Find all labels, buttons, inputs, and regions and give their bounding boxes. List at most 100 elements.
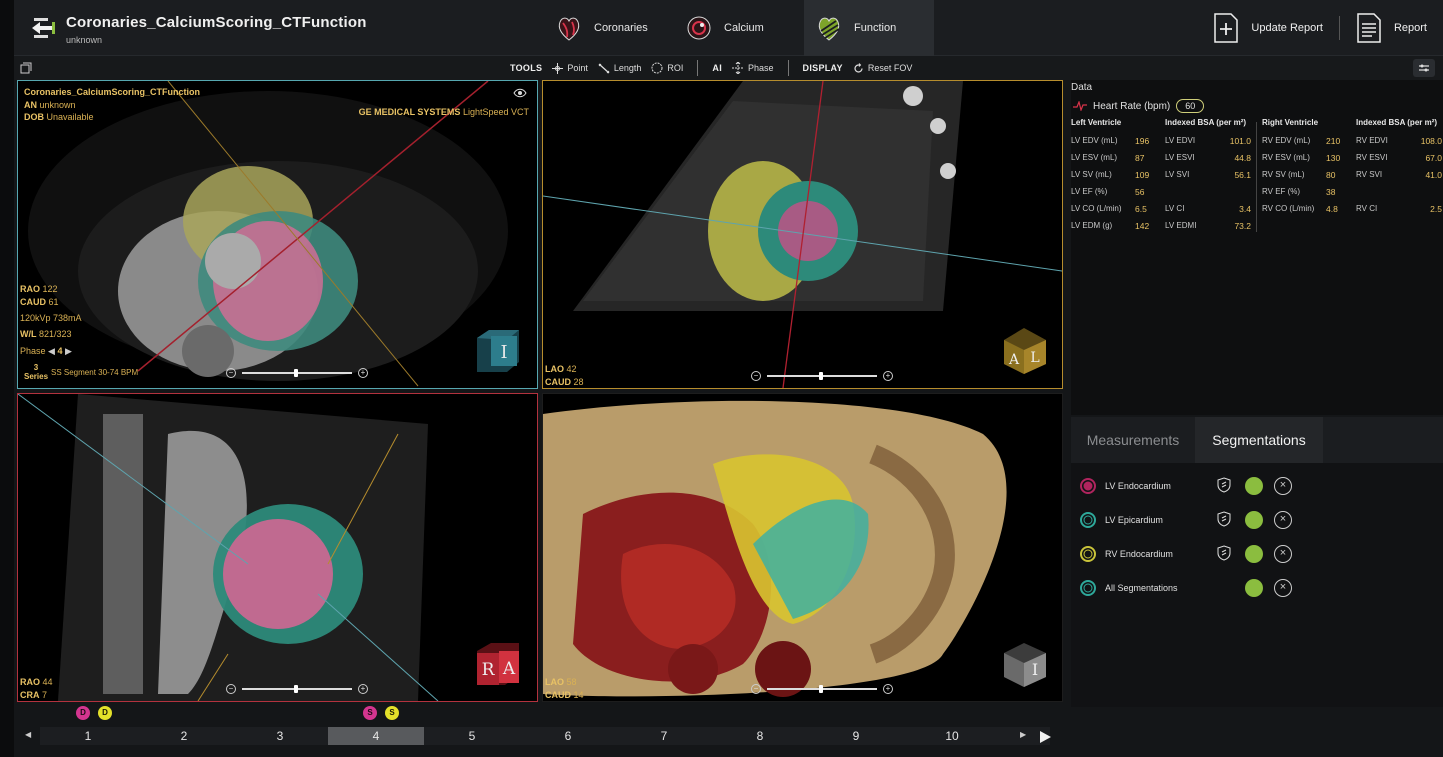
tool-reset-fov[interactable]: Reset FOV xyxy=(853,62,912,74)
rv-data-row: RV ESV (mL) 130 RV ESVI 67.0 xyxy=(1262,149,1442,166)
phase-tick[interactable]: 10 xyxy=(904,727,1000,745)
remove-x-icon[interactable]: × xyxy=(1274,545,1292,563)
zoom-knob[interactable] xyxy=(294,685,298,693)
phase-tick[interactable]: 2 xyxy=(136,727,232,745)
tab-function-label: Function xyxy=(854,22,897,34)
orientation-cube-icon[interactable]: A L xyxy=(1000,326,1050,376)
play-icon[interactable] xyxy=(1038,730,1052,744)
phase-tick[interactable]: 1 xyxy=(40,727,136,745)
zoom-track[interactable] xyxy=(767,372,877,380)
caud-value: 14 xyxy=(573,689,584,700)
zoom-track[interactable] xyxy=(767,685,877,693)
phase-tick[interactable]: 4 xyxy=(328,727,424,745)
series-name: Coronaries_CalciumScoring_CTFunction xyxy=(24,87,201,97)
seg-panel-tabs: Measurements Segmentations xyxy=(1071,417,1443,463)
lv-index-label: LV EDMI xyxy=(1165,221,1197,230)
remove-x-icon[interactable]: × xyxy=(1274,511,1292,529)
zoom-track[interactable] xyxy=(242,685,352,693)
phase-next-button[interactable]: ▶ xyxy=(65,346,72,356)
lv-data-row: LV EF (%) 56 xyxy=(1071,183,1251,200)
segmentation-item[interactable]: LV Endocardium × xyxy=(1079,469,1439,503)
series-count-block[interactable]: 3 Series xyxy=(24,363,48,381)
tool-phase[interactable]: Phase xyxy=(732,62,774,74)
phase-prev-button[interactable]: ◀ xyxy=(48,346,55,356)
systole-marker[interactable]: S xyxy=(385,706,399,720)
phase-tick[interactable]: 3 xyxy=(232,727,328,745)
caud-value: 28 xyxy=(573,376,584,387)
zoom-out-icon[interactable]: − xyxy=(751,684,761,694)
tool-length[interactable]: Length xyxy=(598,63,641,74)
zoom-knob[interactable] xyxy=(819,372,823,380)
remove-x-icon[interactable]: × xyxy=(1274,477,1292,495)
eye-toggle-icon[interactable] xyxy=(1245,477,1263,495)
segmentation-item[interactable]: LV Epicardium × xyxy=(1079,503,1439,537)
viewport-short-axis[interactable]: LAO 42 CAUD 28 − + A L xyxy=(542,80,1063,389)
update-report-label: Update Report xyxy=(1251,22,1323,34)
tab-segmentations[interactable]: Segmentations xyxy=(1195,417,1323,463)
segmentation-label: All Segmentations xyxy=(1105,583,1178,593)
lv-metric-value: 196 xyxy=(1135,135,1150,146)
diastole-marker[interactable]: D xyxy=(98,706,112,720)
zoom-knob[interactable] xyxy=(819,685,823,693)
heart-rate-value[interactable]: 60 xyxy=(1176,99,1205,113)
phase-tick[interactable]: 8 xyxy=(712,727,808,745)
shield-lock-icon[interactable] xyxy=(1217,545,1231,561)
systole-marker[interactable]: S xyxy=(363,706,377,720)
dob-value: Unavailable xyxy=(46,112,94,122)
orientation-cube-icon[interactable]: R A xyxy=(473,639,523,689)
zoom-in-icon[interactable]: + xyxy=(358,684,368,694)
tool-point[interactable]: Point xyxy=(552,62,588,74)
series-description: SS Segment 30-74 BPM xyxy=(51,368,139,377)
orientation-cube-icon[interactable]: Ⅰ xyxy=(473,326,523,376)
phase-tick[interactable]: 7 xyxy=(616,727,712,745)
layout-icon[interactable] xyxy=(20,62,32,74)
lao-label: LAO xyxy=(545,677,564,687)
phase-value: 4 xyxy=(57,345,63,356)
short-axis-zoom-slider[interactable]: − + xyxy=(751,371,893,381)
eye-toggle-icon[interactable] xyxy=(1245,545,1263,563)
phase-tick[interactable]: 6 xyxy=(520,727,616,745)
tab-function[interactable]: Function xyxy=(804,0,934,56)
eye-toggle-icon[interactable] xyxy=(1245,511,1263,529)
ruler-icon xyxy=(598,63,610,73)
remove-x-icon[interactable]: × xyxy=(1274,579,1292,597)
eye-toggle-icon[interactable] xyxy=(1245,579,1263,597)
diastole-marker[interactable]: D xyxy=(76,706,90,720)
volume-zoom-slider[interactable]: − + xyxy=(751,684,893,694)
lv-index-label: LV SVI xyxy=(1165,170,1190,179)
coronal-zoom-slider[interactable]: − + xyxy=(226,684,368,694)
segmentation-item[interactable]: RV Endocardium × xyxy=(1079,537,1439,571)
zoom-track[interactable] xyxy=(242,369,352,377)
tab-measurements[interactable]: Measurements xyxy=(1071,417,1195,463)
shield-lock-icon[interactable] xyxy=(1217,477,1231,493)
viewport-volume-rendering[interactable]: LAO 58 CAUD 14 − + Ⅰ xyxy=(542,393,1063,702)
tool-roi[interactable]: ROI xyxy=(651,62,683,74)
back-exit-icon[interactable] xyxy=(30,14,58,42)
axial-overlay-top-right: GE MEDICAL SYSTEMS LightSpeed VCT xyxy=(359,106,529,119)
zoom-in-icon[interactable]: + xyxy=(883,371,893,381)
timeline-next-arrow[interactable]: ▶ xyxy=(1020,730,1026,739)
viewport-coronal[interactable]: RAO 44 CRA 7 − + R A xyxy=(17,393,538,702)
viewport-axial[interactable]: Coronaries_CalciumScoring_CTFunction AN … xyxy=(17,80,538,389)
zoom-in-icon[interactable]: + xyxy=(358,368,368,378)
rv-metric-label: RV ESV (mL) xyxy=(1262,153,1310,162)
zoom-in-icon[interactable]: + xyxy=(883,684,893,694)
report-button[interactable]: Report xyxy=(1340,0,1443,56)
tab-calcium[interactable]: Calcium xyxy=(674,0,804,56)
tab-coronaries[interactable]: Coronaries xyxy=(544,0,674,56)
timeline-prev-arrow[interactable]: ◀ xyxy=(25,730,31,739)
update-report-button[interactable]: Update Report xyxy=(1197,0,1339,56)
zoom-out-icon[interactable]: − xyxy=(226,684,236,694)
axial-zoom-slider[interactable]: − + xyxy=(226,368,368,378)
phase-tick[interactable]: 5 xyxy=(424,727,520,745)
eye-visibility-icon[interactable] xyxy=(513,87,527,99)
orientation-cube-icon[interactable]: Ⅰ xyxy=(1000,639,1050,689)
zoom-knob[interactable] xyxy=(294,369,298,377)
tools-label: TOOLS xyxy=(510,63,543,73)
zoom-out-icon[interactable]: − xyxy=(226,368,236,378)
shield-lock-icon[interactable] xyxy=(1217,511,1231,527)
zoom-out-icon[interactable]: − xyxy=(751,371,761,381)
segmentation-item[interactable]: All Segmentations × xyxy=(1079,571,1439,605)
phase-tick[interactable]: 9 xyxy=(808,727,904,745)
panel-settings-icon[interactable] xyxy=(1413,59,1435,77)
